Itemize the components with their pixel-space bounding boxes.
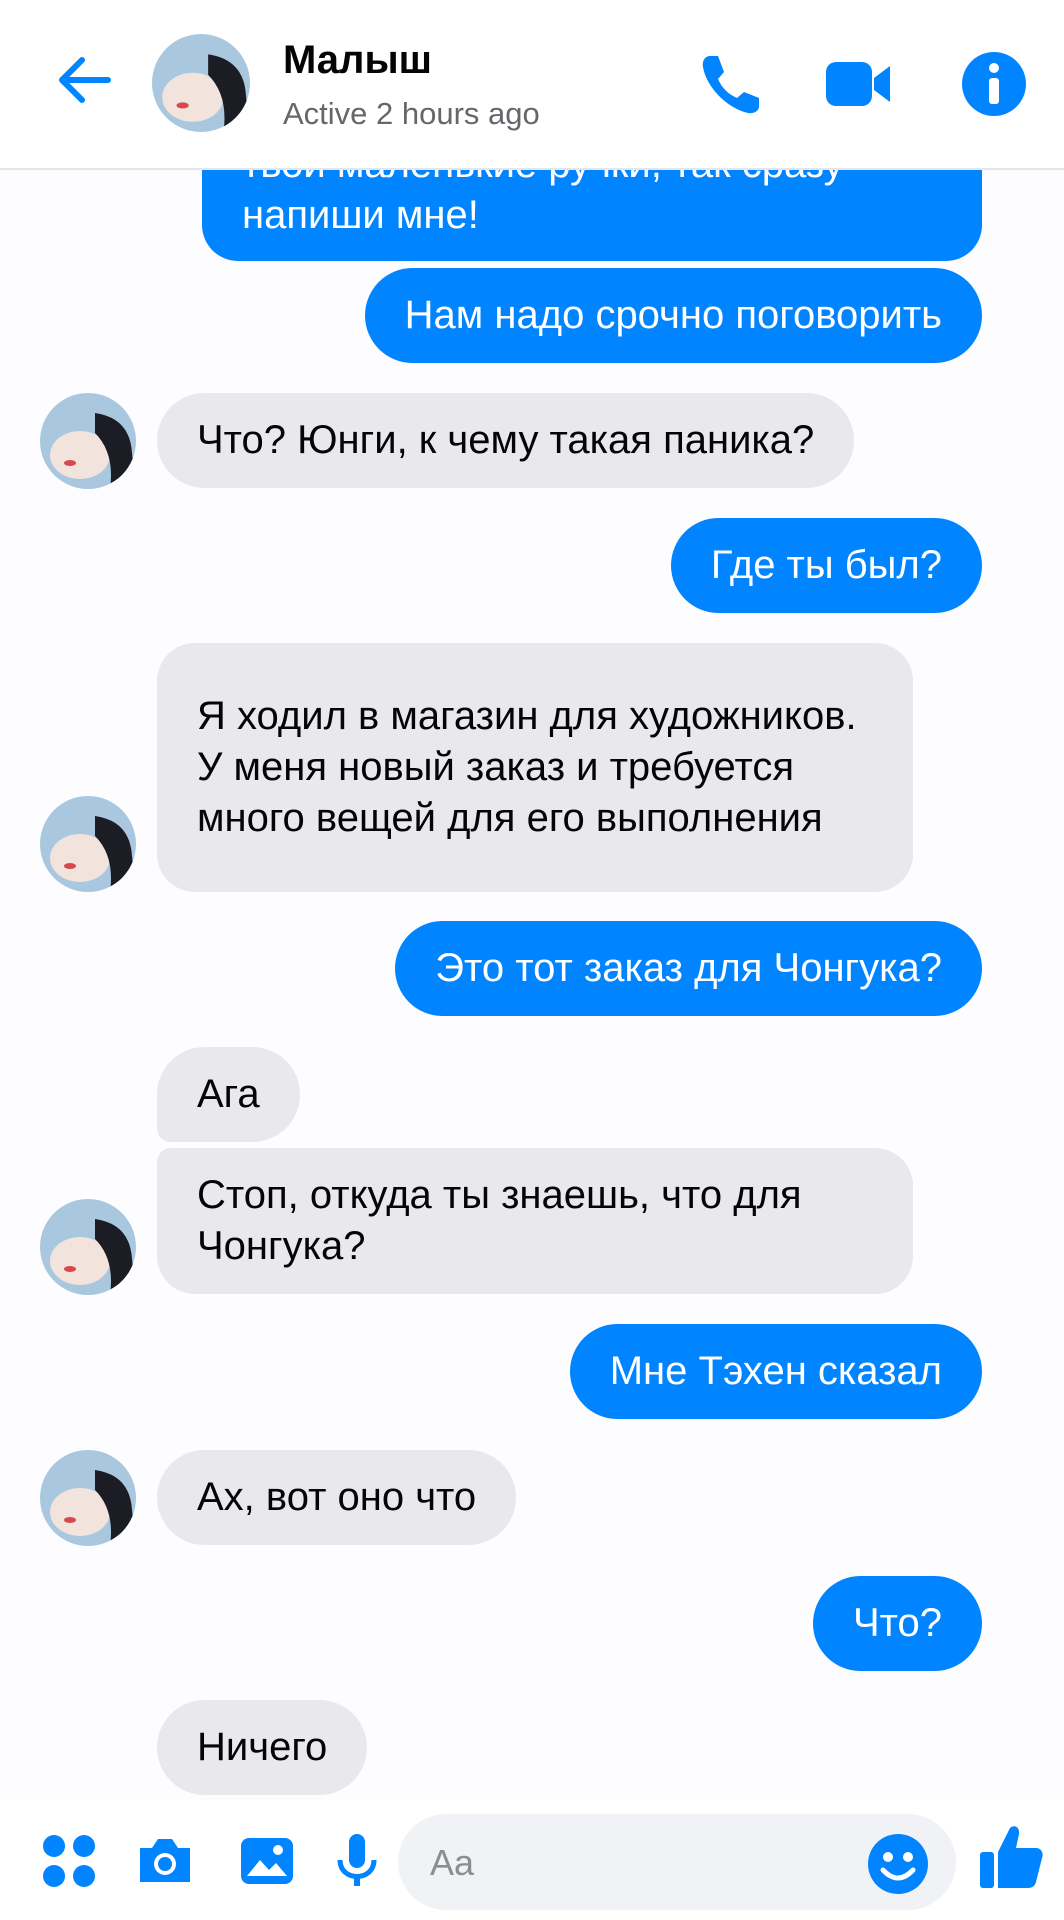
contact-avatar[interactable]	[40, 393, 136, 489]
info-icon[interactable]	[958, 48, 1030, 120]
message-outgoing[interactable]: Где ты был?	[670, 518, 982, 613]
message-text: Мне Тэхен сказал	[609, 1349, 942, 1393]
microphone-icon[interactable]	[326, 1830, 388, 1892]
video-camera-icon[interactable]	[822, 48, 894, 120]
message-outgoing[interactable]: Это тот заказ для Чонгука?	[395, 921, 982, 1016]
contact-avatar[interactable]	[40, 796, 136, 892]
message-outgoing[interactable]: Мне Тэхен сказал	[569, 1324, 982, 1419]
contact-avatar[interactable]	[40, 1450, 136, 1546]
emoji-icon[interactable]	[866, 1832, 930, 1896]
message-outgoing[interactable]: Что?	[812, 1576, 982, 1671]
chat-header: Малыш Active 2 hours ago	[0, 0, 1064, 170]
contact-avatar[interactable]	[40, 1199, 136, 1295]
message-input-placeholder: Aa	[430, 1842, 475, 1883]
contact-status: Active 2 hours ago	[283, 96, 540, 131]
message-text: Ничего	[197, 1725, 328, 1769]
message-incoming[interactable]: Стоп, откуда ты знаешь, что для Чонгука?	[157, 1148, 913, 1294]
message-text: Это тот заказ для Чонгука?	[435, 946, 942, 990]
message-input[interactable]: Aa	[398, 1814, 956, 1910]
message-incoming[interactable]: Я ходил в магазин для художников. У меня…	[157, 643, 913, 892]
message-text: Что?	[852, 1601, 942, 1645]
menu-dots-icon[interactable]	[40, 1830, 102, 1892]
message-text: Стоп, откуда ты знаешь, что для Чонгука?	[197, 1173, 802, 1268]
back-arrow-icon[interactable]	[52, 48, 116, 112]
message-incoming[interactable]: Ага	[157, 1047, 300, 1142]
gallery-icon[interactable]	[236, 1830, 298, 1892]
composer-bar: Aa	[0, 1800, 1064, 1920]
message-incoming[interactable]: Что? Юнги, к чему такая паника?	[157, 393, 855, 488]
message-incoming[interactable]: Ах, вот оно что	[157, 1450, 517, 1545]
message-text: Нам надо срочно поговорить	[404, 293, 942, 337]
message-text: Ах, вот оно что	[197, 1475, 477, 1519]
thumbs-up-icon[interactable]	[976, 1822, 1046, 1892]
message-outgoing[interactable]: Нам надо срочно поговорить	[364, 268, 982, 363]
message-text: Что? Юнги, к чему такая паника?	[197, 418, 815, 462]
phone-icon[interactable]	[696, 48, 768, 120]
message-text: Я ходил в магазин для художников. У меня…	[197, 694, 857, 840]
message-list[interactable]: твои маленькие ручки, так сразу напиши м…	[0, 0, 1064, 1800]
contact-name[interactable]: Малыш	[283, 38, 432, 83]
message-incoming[interactable]: Ничего	[157, 1700, 368, 1795]
message-text: Ага	[197, 1072, 260, 1116]
message-text: Где ты был?	[710, 543, 942, 587]
contact-avatar[interactable]	[152, 34, 250, 132]
camera-icon[interactable]	[134, 1830, 196, 1892]
